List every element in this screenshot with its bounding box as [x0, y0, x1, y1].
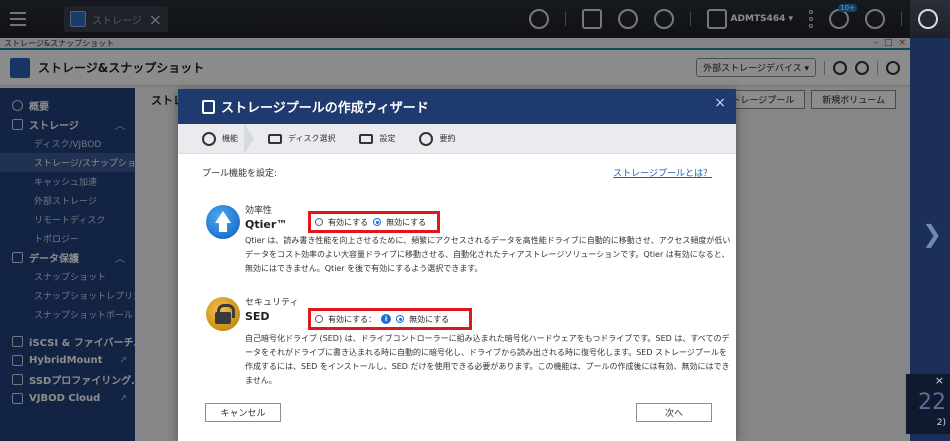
disk-icon: [268, 133, 282, 144]
help-link[interactable]: ストレージプールとは？: [613, 166, 712, 179]
sed-radio-group: 有効にする： i 無効にする: [308, 308, 472, 330]
step-settings: 設定: [359, 133, 395, 144]
step-arrow-icon: [244, 123, 254, 154]
step-label: 設定: [379, 134, 396, 143]
wizard-icon: [202, 99, 215, 114]
step-label: 機能: [222, 134, 238, 143]
notification-number: 22: [918, 390, 946, 415]
step-summary: 要約: [419, 131, 456, 146]
chevron-right-icon[interactable]: ❯: [922, 220, 942, 248]
dialog-title: ストレージプールの作成ウィザード: [221, 101, 429, 116]
radio-label: 有効にする：: [328, 314, 377, 324]
qtier-enable-radio[interactable]: [315, 218, 323, 226]
radio-label: 無効にする: [386, 217, 427, 227]
step-label: 要約: [439, 134, 456, 143]
cancel-button[interactable]: キャンセル: [205, 403, 281, 422]
check-circle-icon: [419, 131, 434, 146]
qtier-radio-group: 有効にする 無効にする: [308, 211, 440, 233]
feature-category: 効率性: [245, 206, 273, 216]
wizard-steps: 機能 ディスク選択 設定 要約: [178, 123, 736, 154]
feature-name: Qtier™: [245, 218, 288, 231]
feature-description: Qtier は、読み書き性能を向上させるために、頻繁にアクセスされるデータを高性…: [245, 236, 731, 273]
close-icon[interactable]: ×: [714, 95, 726, 111]
qtier-arrow-icon: [206, 205, 240, 239]
feature-category: セキュリティ: [245, 298, 299, 308]
step-features: 機能: [202, 131, 238, 146]
gear-icon: [202, 131, 216, 146]
next-button[interactable]: 次へ: [636, 403, 712, 422]
dialog-body: プール機能を設定: ストレージプールとは？: [178, 154, 736, 179]
step-disk-selection: ディスク選択: [268, 133, 335, 144]
sed-enable-radio[interactable]: [315, 315, 323, 323]
info-icon[interactable]: i: [381, 314, 392, 324]
notification-popup: × 22 2): [906, 374, 950, 434]
dialog-footer: キャンセル 次へ: [178, 403, 736, 422]
qtier-disable-radio[interactable]: [373, 218, 382, 226]
dialog-header: ストレージプールの作成ウィザード ×: [178, 89, 736, 124]
radio-label: 無効にする: [409, 314, 450, 324]
feature-description: 自己暗号化ドライブ (SED) は、ドライブコントローラーに組み込まれた暗号化ハ…: [245, 334, 730, 385]
prompt-text: プール機能を設定:: [202, 169, 278, 179]
cloud-icon[interactable]: [918, 9, 938, 29]
lock-icon: [206, 297, 240, 331]
storage-pool-wizard-dialog: ストレージプールの作成ウィザード × 機能 ディスク選択 設定 要約 プール機能…: [178, 89, 736, 441]
close-icon[interactable]: ×: [935, 374, 944, 387]
sed-disable-radio[interactable]: [396, 315, 405, 323]
step-label: ディスク選択: [288, 134, 336, 143]
notification-text: 2): [936, 418, 946, 428]
radio-label: 有効にする: [328, 217, 369, 227]
settings-icon: [359, 133, 374, 144]
feature-name: SED: [245, 310, 270, 323]
